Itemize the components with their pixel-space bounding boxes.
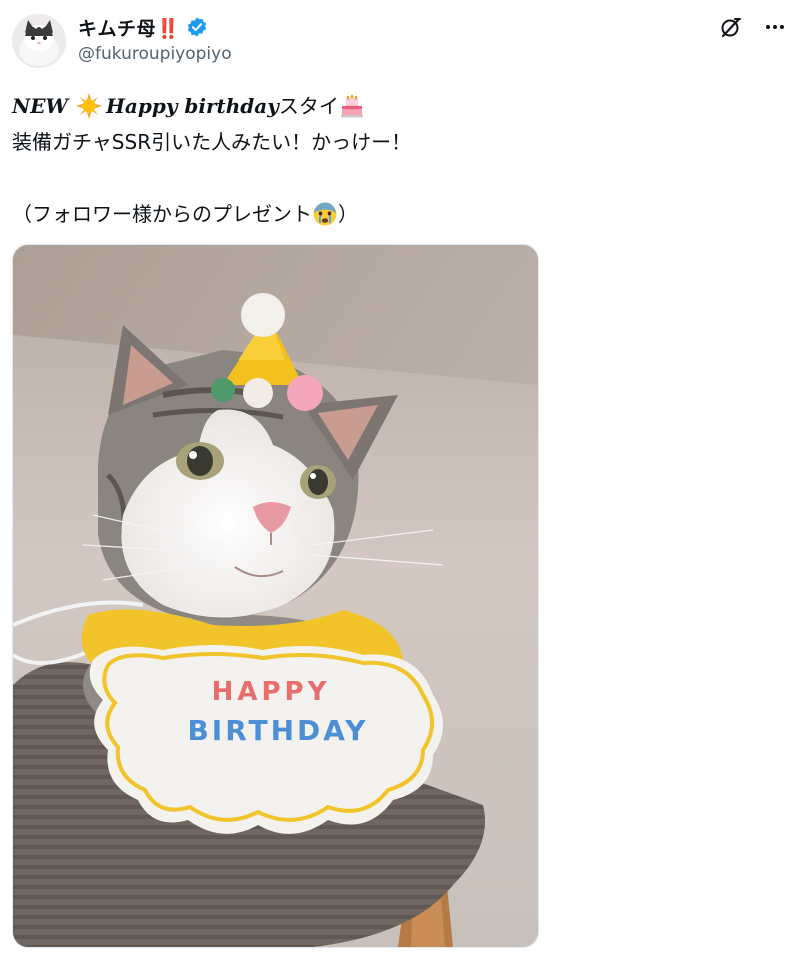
more-icon — [766, 25, 784, 29]
bib-text-happy: HAPPY — [212, 677, 331, 707]
more-button[interactable] — [762, 14, 788, 40]
post-media-photo[interactable]: HAPPY BIRTHDAY — [12, 244, 539, 948]
post-text: NEW Happy birthday スタイ 装備ガチャSSR引いた人みたい！か… — [12, 88, 780, 232]
birthday-cake-emoji-icon — [340, 94, 363, 118]
post-text-line-1: NEW Happy birthday スタイ — [12, 88, 780, 124]
post-text-stai: スタイ — [278, 94, 339, 118]
grok-button[interactable] — [718, 14, 744, 40]
avatar-cat-image — [12, 14, 66, 68]
post-text-present: （フォロワー様からのプレゼント — [12, 202, 312, 226]
crying-emoji-icon — [313, 202, 337, 226]
author-name-row[interactable]: キムチ母‼️ — [78, 14, 208, 40]
post-text-new: NEW — [12, 94, 68, 118]
post-text-happy-birthday: Happy birthday — [106, 94, 279, 118]
verified-badge-icon — [188, 17, 207, 37]
sun-emoji-icon — [76, 93, 102, 119]
grok-icon — [721, 17, 741, 38]
post-actions — [718, 14, 788, 40]
post-text-close-paren: ） — [338, 202, 358, 226]
author-handle[interactable]: @fukuroupiyopiyo — [78, 44, 232, 64]
cat-photo: HAPPY BIRTHDAY — [13, 245, 538, 947]
avatar[interactable] — [12, 14, 66, 68]
author-display-name[interactable]: キムチ母‼️ — [78, 14, 180, 41]
post-text-line-2: 装備ガチャSSR引いた人みたい！かっけー！ — [12, 130, 412, 154]
post-card: キムチ母‼️ @fukuroupiyopiyo NEW Happy birthd… — [0, 0, 800, 957]
bib-text-birthday: BIRTHDAY — [187, 714, 368, 747]
post-text-line-3: （フォロワー様からのプレゼント ） — [12, 196, 780, 232]
post-text-blank-line — [12, 160, 780, 196]
